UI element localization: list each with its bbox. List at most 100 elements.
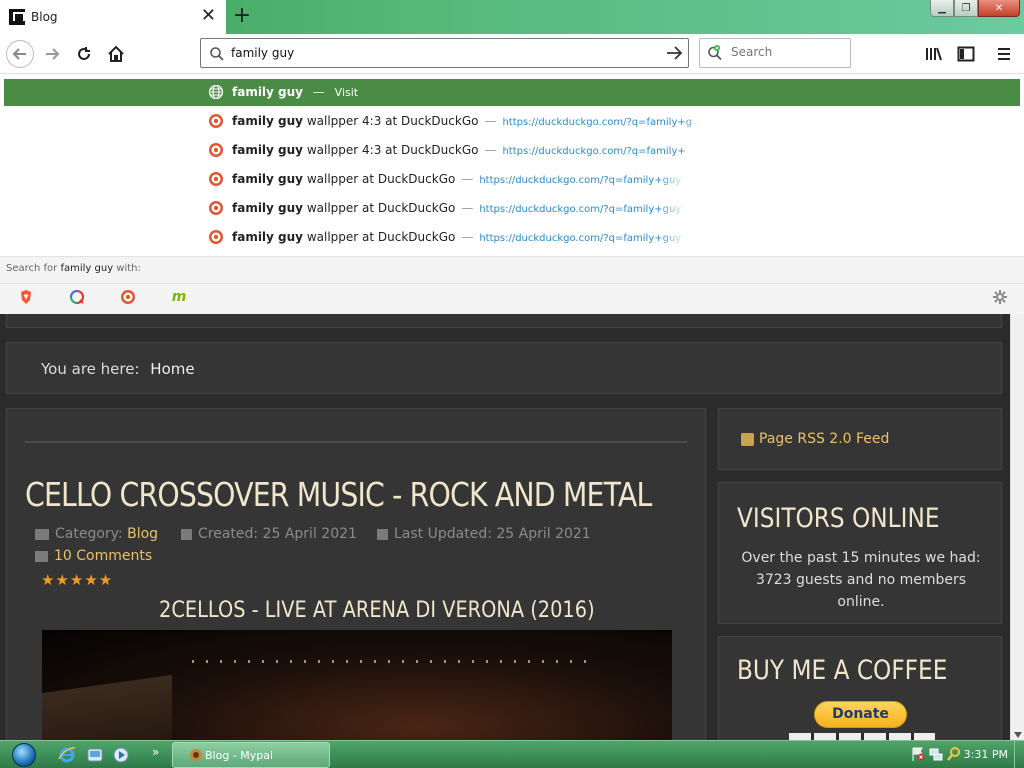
rss-panel: Page RSS 2.0 Feed — [718, 408, 1002, 470]
show-desktop-button[interactable] — [1014, 741, 1024, 768]
reload-button[interactable] — [70, 40, 98, 68]
autocomplete-row[interactable]: family guy wallpper 4:3 at DuckDuckGo — ht… — [4, 137, 1020, 164]
autocomplete-title: wallpper at DuckDuckGo — [303, 172, 456, 186]
brave-icon[interactable] — [17, 288, 35, 306]
url-autocomplete-popup: family guy — Visit family guy wallpper 4… — [0, 74, 1024, 314]
coffee-title: BUY ME A COFFEE — [737, 655, 948, 686]
gear-icon[interactable] — [992, 289, 1008, 305]
autocomplete-term: family guy — [232, 114, 304, 128]
mojeek-icon[interactable]: m — [170, 288, 188, 306]
search-tray-icon[interactable] — [946, 746, 962, 762]
go-arrow-icon[interactable] — [664, 43, 684, 63]
windows-explorer-icon[interactable] — [86, 746, 104, 764]
home-button[interactable] — [102, 40, 130, 68]
breadcrumb-home-link[interactable]: Home — [150, 360, 194, 378]
breadcrumb-panel: You are here: Home — [6, 342, 1002, 394]
autocomplete-url: https://duckduckgo.com/?q=family+ — [502, 146, 686, 157]
taskbar-item-label: Blog - Mypal — [205, 748, 274, 762]
star-rating[interactable]: ★★★★★ — [41, 571, 113, 589]
back-button[interactable] — [6, 40, 34, 68]
autocomplete-title: wallpper 4:3 at DuckDuckGo — [303, 114, 479, 128]
taskbar: » Blog - Mypal 3:31 PM — [0, 740, 1024, 768]
buy-me-a-coffee-panel: BUY ME A COFFEE Donate — [718, 636, 1002, 740]
tab-blog[interactable]: Blog ✕ — [0, 0, 226, 34]
autocomplete-term: family guy — [232, 85, 304, 99]
scroll-down-icon[interactable] — [1014, 732, 1022, 738]
system-tray: 3:31 PM — [904, 741, 1024, 768]
top-menu-strip — [6, 314, 1002, 328]
autocomplete-separator: — — [461, 230, 474, 244]
sidebar-button[interactable] — [952, 40, 980, 68]
autocomplete-url: https://duckduckgo.com/?q=family+guy — [479, 175, 682, 186]
video-thumbnail-arena — [42, 674, 172, 740]
autocomplete-row[interactable]: family guy wallpper 4:3 at DuckDuckGo — ht… — [4, 108, 1020, 135]
search-icon — [210, 47, 224, 61]
autocomplete-term: family guy — [232, 230, 304, 244]
search-bar[interactable] — [699, 38, 851, 68]
duckduckgo-icon — [209, 114, 223, 128]
new-tab-button[interactable]: + — [230, 4, 254, 28]
arrow-left-icon — [12, 48, 26, 60]
autocomplete-url: https://duckduckgo.com/?q=family+guy — [479, 204, 682, 215]
autocomplete-separator: — — [461, 201, 474, 215]
duckduckgo-icon — [209, 201, 223, 215]
close-tab-icon[interactable]: ✕ — [201, 7, 216, 25]
visitors-title: VISITORS ONLINE — [737, 503, 940, 534]
web-page-content: You are here: Home CELLO CROSSOVER MUSIC… — [0, 314, 1010, 740]
category-link[interactable]: Blog — [127, 526, 158, 542]
autocomplete-visit-row[interactable]: family guy — Visit — [4, 79, 1020, 106]
network-icon[interactable] — [928, 746, 944, 762]
comments-link[interactable]: 10 Comments — [35, 548, 152, 564]
start-button[interactable] — [4, 741, 44, 768]
calendar-icon — [377, 528, 388, 540]
search-with-label: Search for family guy with: — [6, 263, 141, 274]
home-icon — [108, 45, 124, 62]
restore-button[interactable]: ❐ — [954, 0, 978, 17]
search-input[interactable] — [731, 45, 841, 59]
forward-button[interactable] — [38, 40, 66, 68]
url-bar[interactable] — [200, 38, 689, 68]
system-clock[interactable]: 3:31 PM — [964, 748, 1008, 761]
autocomplete-title: wallpper 4:3 at DuckDuckGo — [303, 143, 479, 157]
internet-explorer-icon[interactable] — [58, 746, 76, 764]
sidebar-icon — [957, 46, 975, 62]
arrow-right-icon — [46, 48, 60, 60]
search-engine-icon[interactable] — [707, 45, 725, 61]
autocomplete-row[interactable]: family guy wallpper at DuckDuckGo — https:… — [4, 166, 1020, 193]
page-scrollbar[interactable] — [1010, 314, 1024, 740]
autocomplete-term: family guy — [232, 201, 304, 215]
autocomplete-row[interactable]: family guy wallpper at DuckDuckGo — https:… — [4, 195, 1020, 222]
qwant-icon[interactable] — [68, 288, 86, 306]
window-close-button[interactable]: ✕ — [978, 0, 1020, 17]
donate-button[interactable]: Donate — [814, 701, 907, 728]
visitors-online-panel: VISITORS ONLINE Over the past 15 minutes… — [718, 482, 1002, 624]
article-updated: Last Updated: 25 April 2021 — [377, 526, 591, 542]
taskbar-item-mypal[interactable]: Blog - Mypal — [172, 742, 330, 768]
site-favicon-icon — [9, 9, 25, 25]
library-button[interactable] — [920, 40, 948, 68]
video-title: 2CELLOS - LIVE AT ARENA DI VERONA (2016) — [159, 598, 595, 623]
menu-button[interactable] — [990, 40, 1018, 68]
tab-title: Blog — [31, 10, 58, 24]
rss-icon — [741, 432, 754, 446]
autocomplete-term: family guy — [232, 143, 304, 157]
action-center-flag-icon[interactable] — [910, 746, 926, 762]
autocomplete-separator: — — [484, 114, 497, 128]
windows-logo-icon — [12, 743, 36, 767]
quick-launch-overflow[interactable]: » — [152, 745, 170, 763]
payment-cards-icon — [789, 733, 935, 740]
one-off-search-bar: Search for family guy with: m — [0, 256, 1024, 314]
video-player[interactable] — [42, 630, 672, 740]
minimize-button[interactable]: ▁ — [930, 0, 954, 17]
autocomplete-row[interactable]: family guy wallpper at DuckDuckGo — https:… — [4, 224, 1020, 251]
url-input[interactable] — [231, 44, 651, 62]
duckduckgo-icon[interactable] — [119, 288, 137, 306]
article-category: Category: Blog — [35, 526, 158, 542]
window-controls: ▁ ❐ ✕ — [930, 0, 1020, 17]
article: CELLO CROSSOVER MUSIC - ROCK AND METAL C… — [6, 408, 706, 740]
duckduckgo-icon — [209, 172, 223, 186]
rss-feed-link[interactable]: Page RSS 2.0 Feed — [741, 431, 889, 447]
autocomplete-separator: — — [461, 172, 474, 186]
mypal-browser-icon — [190, 749, 202, 761]
media-player-icon[interactable] — [112, 746, 130, 764]
